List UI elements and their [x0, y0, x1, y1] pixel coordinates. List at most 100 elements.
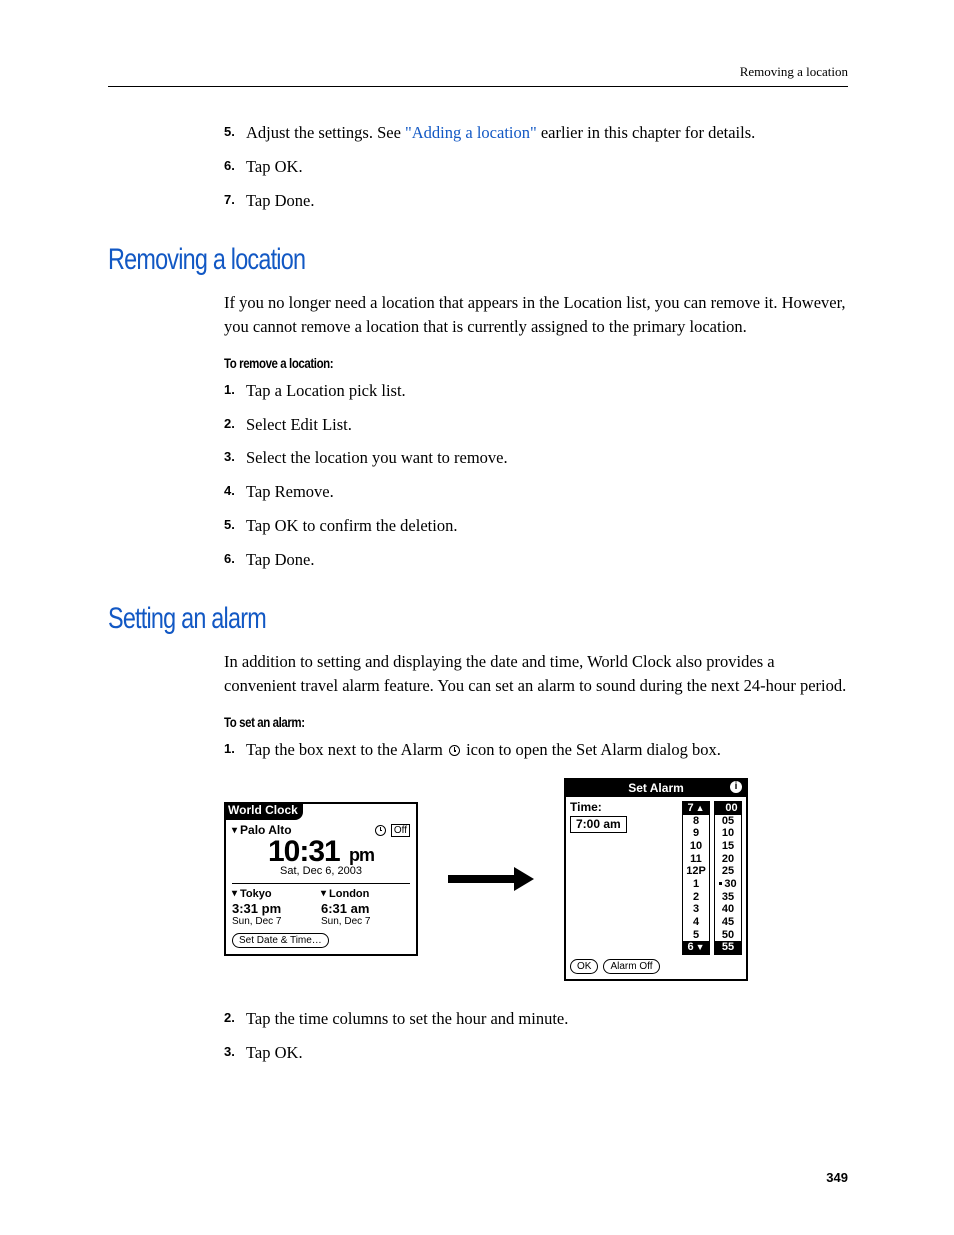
secondary-time: 3:31 pm — [232, 902, 321, 916]
minute[interactable]: 50 — [715, 929, 741, 942]
set-date-time-button[interactable]: Set Date & Time… — [232, 933, 329, 948]
chevron-down-icon: ▾ — [232, 888, 237, 899]
minute[interactable]: 20 — [715, 853, 741, 866]
to-set-alarm-subhead: To set an alarm: — [224, 714, 848, 730]
down-arrow-icon[interactable]: ▼ — [696, 942, 705, 952]
hour[interactable]: 10 — [683, 840, 709, 853]
section-alarm-title: Setting an alarm — [108, 602, 847, 636]
figure: World Clock ▾ Palo Alto Off 10:31 pm Sat… — [224, 778, 848, 981]
info-icon[interactable]: i — [730, 781, 742, 793]
set-alarm-title: Set Alarm i — [566, 780, 746, 797]
minute[interactable]: 10 — [715, 827, 741, 840]
step-text: Select Edit List. — [246, 413, 848, 437]
hour[interactable]: 4 — [683, 916, 709, 929]
primary-time: 10:31 pm — [226, 835, 416, 868]
minute[interactable]: 15 — [715, 840, 741, 853]
minute[interactable]: 05 — [715, 815, 741, 828]
set-alarm-screen: Set Alarm i Time: 7:00 am 7 ▲ 8 9 10 11 … — [564, 778, 748, 981]
arrow-icon — [448, 867, 534, 891]
step-text: Tap OK to confirm the deletion. — [246, 514, 848, 538]
step-number: 4. — [224, 480, 246, 504]
hour-column[interactable]: 7 ▲ 8 9 10 11 12P 1 2 3 4 5 6 ▼ — [682, 801, 710, 955]
alarm-state: Off — [391, 824, 410, 837]
city-label: Tokyo — [240, 888, 272, 900]
time-value: 10:31 — [268, 835, 340, 868]
step-text: Tap a Location pick list. — [246, 379, 848, 403]
step-text: Tap OK. — [246, 155, 848, 179]
hour[interactable]: 3 — [683, 903, 709, 916]
minute[interactable]: 30 — [715, 878, 741, 891]
time-label: Time: — [570, 801, 678, 814]
intro-steps: 5. Adjust the settings. See "Adding a lo… — [224, 121, 848, 213]
hour: 7 — [687, 802, 693, 815]
hour: 6 — [687, 941, 693, 954]
hour[interactable]: 12P — [683, 865, 709, 878]
title-text: Set Alarm — [628, 781, 684, 795]
city-label: London — [329, 888, 369, 900]
step-number: 5. — [224, 121, 246, 145]
minute-column[interactable]: 00 05 10 15 20 25 30 35 40 45 50 55 — [714, 801, 742, 955]
section-removing-para: If you no longer need a location that ap… — [224, 291, 848, 339]
time-ampm: pm — [349, 845, 374, 865]
text: earlier in this chapter for details. — [537, 123, 756, 142]
step-number: 2. — [224, 413, 246, 437]
step-text: Tap Done. — [246, 548, 848, 572]
text: Adjust the settings. See — [246, 123, 405, 142]
world-clock-screen: World Clock ▾ Palo Alto Off 10:31 pm Sat… — [224, 802, 418, 956]
minute[interactable]: 00 — [715, 802, 741, 815]
step-number: 2. — [224, 1007, 246, 1031]
running-head: Removing a location — [108, 64, 848, 87]
secondary-location-picklist[interactable]: ▾Tokyo — [232, 888, 321, 900]
step-number: 5. — [224, 514, 246, 538]
alarm-icon — [375, 825, 386, 836]
step-text: Tap OK. — [246, 1041, 848, 1065]
page: Removing a location 5. Adjust the settin… — [0, 0, 954, 1235]
secondary-date: Sun, Dec 7 — [321, 916, 410, 927]
step-number: 3. — [224, 1041, 246, 1065]
up-arrow-icon[interactable]: ▲ — [696, 803, 705, 813]
minute[interactable]: 55 — [715, 941, 741, 954]
alarm-toggle[interactable]: Off — [373, 824, 410, 837]
hour[interactable]: 9 — [683, 827, 709, 840]
adding-location-link[interactable]: "Adding a location" — [405, 123, 537, 142]
hour[interactable]: 2 — [683, 891, 709, 904]
step-number: 3. — [224, 446, 246, 470]
world-clock-title: World Clock — [224, 802, 303, 819]
step-text: Tap the time columns to set the hour and… — [246, 1007, 848, 1031]
to-remove-subhead: To remove a location: — [224, 355, 848, 371]
minute[interactable]: 45 — [715, 916, 741, 929]
secondary-location-picklist[interactable]: ▾London — [321, 888, 410, 900]
alarm-steps: 1. Tap the box next to the Alarm icon to… — [224, 738, 848, 762]
step-text: Adjust the settings. See "Adding a locat… — [246, 121, 848, 145]
secondary-date: Sun, Dec 7 — [232, 916, 321, 927]
step-text: Tap Remove. — [246, 480, 848, 504]
text: icon to open the Set Alarm dialog box. — [462, 740, 721, 759]
step-number: 6. — [224, 155, 246, 179]
step-number: 1. — [224, 738, 246, 762]
secondary-time: 6:31 am — [321, 902, 410, 916]
time-value-box[interactable]: 7:00 am — [570, 816, 627, 833]
step-text: Select the location you want to remove. — [246, 446, 848, 470]
hour[interactable]: 11 — [683, 853, 709, 866]
content: 5. Adjust the settings. See "Adding a lo… — [224, 121, 848, 213]
ok-button[interactable]: OK — [570, 959, 598, 974]
step-number: 1. — [224, 379, 246, 403]
step-number: 7. — [224, 189, 246, 213]
minute[interactable]: 40 — [715, 903, 741, 916]
remove-steps: 1.Tap a Location pick list. 2.Select Edi… — [224, 379, 848, 573]
chevron-down-icon: ▾ — [232, 825, 237, 836]
text: Tap the box next to the Alarm — [246, 740, 447, 759]
hour[interactable]: 1 — [683, 878, 709, 891]
alarm-icon — [449, 745, 460, 756]
section-alarm-para: In addition to setting and displaying th… — [224, 650, 848, 698]
minute[interactable]: 35 — [715, 891, 741, 904]
hour[interactable]: 8 — [683, 815, 709, 828]
alarm-steps-after: 2.Tap the time columns to set the hour a… — [224, 1007, 848, 1065]
primary-date: Sat, Dec 6, 2003 — [232, 865, 410, 884]
step-text: Tap the box next to the Alarm icon to op… — [246, 738, 848, 762]
step-text: Tap Done. — [246, 189, 848, 213]
section-removing-title: Removing a location — [108, 243, 847, 277]
alarm-off-button[interactable]: Alarm Off — [603, 959, 659, 974]
hour[interactable]: 5 — [683, 929, 709, 942]
minute[interactable]: 25 — [715, 865, 741, 878]
